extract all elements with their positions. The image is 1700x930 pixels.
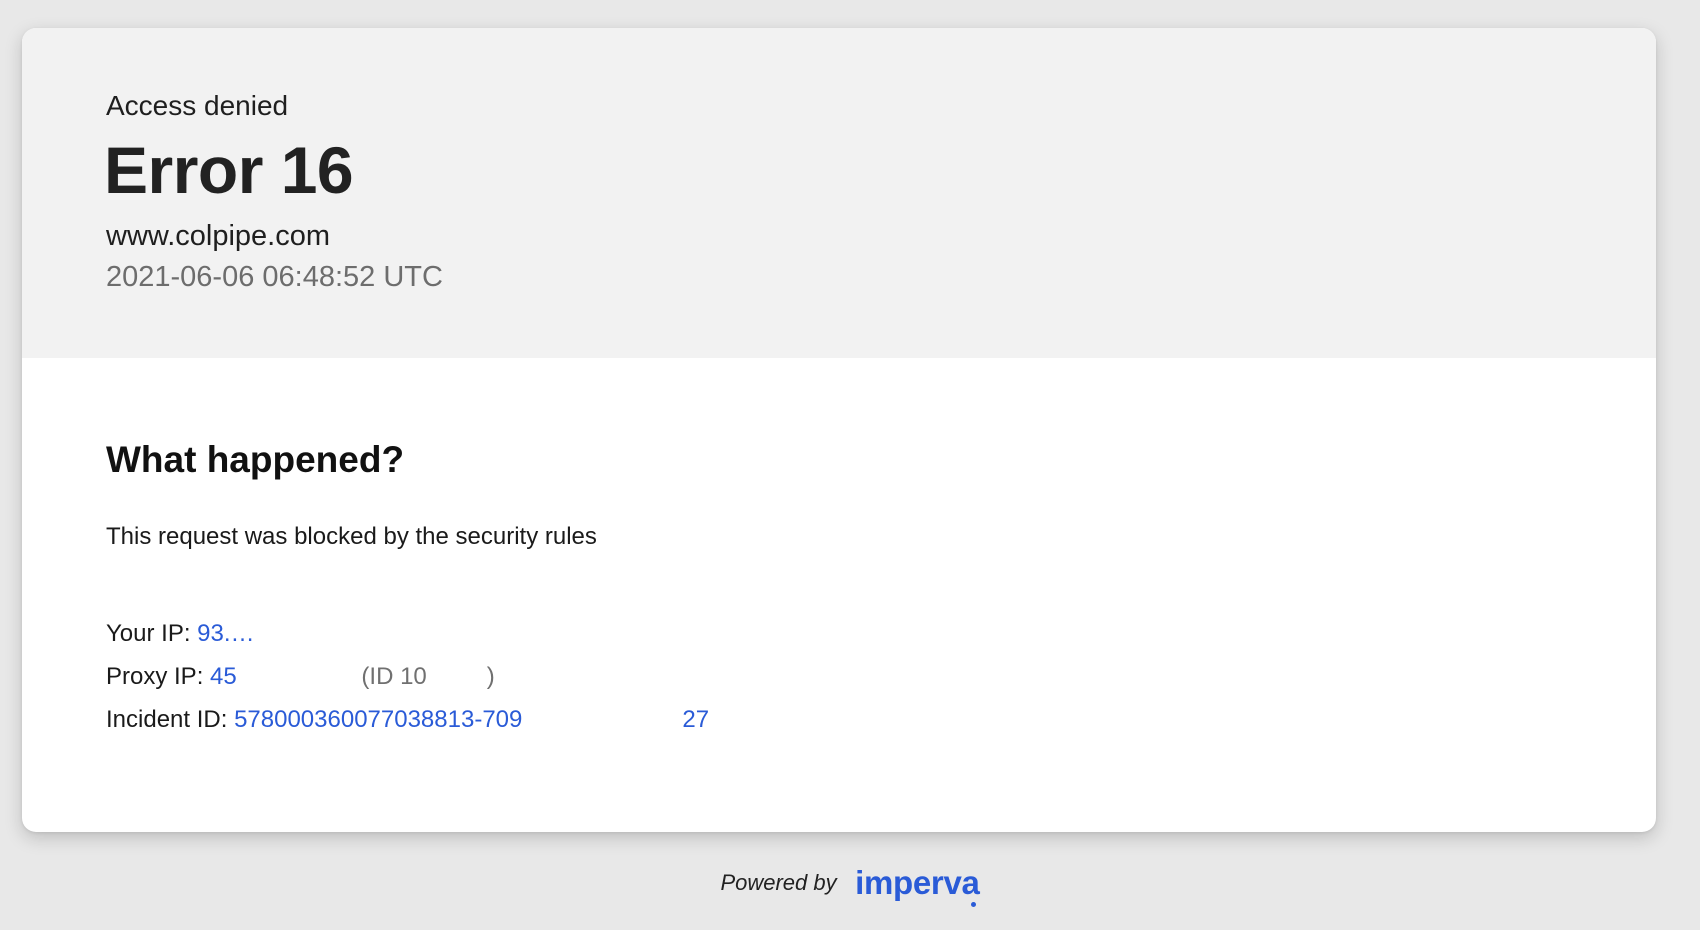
logo-dot-icon [970,902,976,907]
access-denied-label: Access denied [106,90,289,121]
error-timestamp: 2021-06-06 06:48:52 UTC [106,261,443,293]
your-ip-label: Your IP: [106,620,198,647]
proxy-ip-value: 45 [210,663,237,690]
your-ip-row: Your IP: 93.… [106,620,255,648]
footer: Powered by imperva [0,864,1700,907]
site-domain: www.colpipe.com [106,220,331,252]
incident-id-value-start: 578000360077038813-709 [234,706,523,733]
redacted-area [522,708,683,730]
error-code-title: Error 16 [104,133,354,207]
proxy-ip-label: Proxy IP: [106,663,211,690]
error-card: Access denied Error 16 www.colpipe.com 2… [22,28,1656,832]
incident-id-row: Incident ID: 578000360077038813-709 27 [106,706,709,734]
redacted-area [236,665,355,687]
imperva-logo[interactable]: imperva [855,864,980,907]
your-ip-value: 93.… [197,620,255,647]
incident-id-label: Incident ID: [106,706,235,733]
powered-by-text: Powered by [720,870,837,895]
proxy-id-prefix: (ID 10 [354,663,427,690]
imperva-logo-text: imperva [855,864,980,901]
proxy-ip-row: Proxy IP: 45 (ID 10) [106,663,495,691]
incident-id-value-end: 27 [682,706,710,733]
what-happened-heading: What happened? [106,439,405,480]
proxy-id-suffix: ) [486,663,495,690]
error-header: Access denied Error 16 www.colpipe.com 2… [22,28,1656,358]
redacted-area [426,665,487,687]
block-message: This request was blocked by the security… [106,523,597,550]
